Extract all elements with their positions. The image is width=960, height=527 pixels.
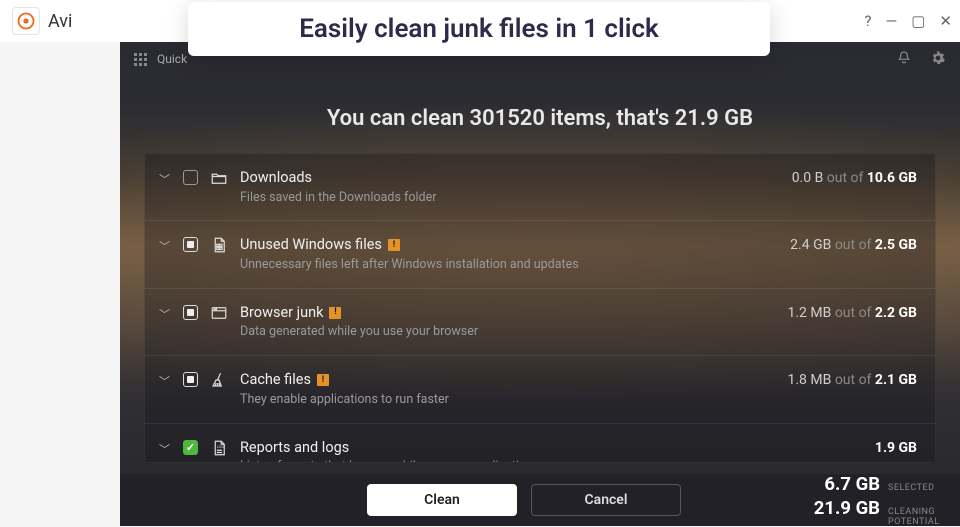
brand-logo-icon — [12, 7, 40, 35]
category-checkbox[interactable] — [183, 440, 198, 455]
item-size: 1.8 MB out of 2.1 GB — [787, 370, 917, 388]
scan-summary-headline: You can clean 301520 items, that's 21.9 … — [120, 106, 960, 131]
warning-badge-icon: ! — [329, 307, 341, 319]
item-title: Cache files! — [240, 370, 775, 390]
item-title: Browser junk! — [240, 303, 775, 323]
expand-chevron-icon[interactable]: ﹀ — [159, 370, 171, 389]
item-size: 1.9 GB — [875, 438, 917, 456]
broom-icon — [210, 371, 228, 389]
selected-size-value: 6.7 GB — [804, 473, 880, 495]
item-description: Files saved in the Downloads folder — [240, 190, 780, 207]
minimize-button[interactable]: — — [886, 12, 898, 30]
cleanup-item-row: ﹀ Cache files! They enable applications to… — [145, 356, 935, 423]
category-checkbox[interactable] — [183, 372, 198, 387]
warning-badge-icon: ! — [317, 374, 329, 386]
gear-icon[interactable] — [930, 50, 946, 69]
warning-badge-icon: ! — [388, 239, 400, 251]
expand-chevron-icon[interactable]: ﹀ — [159, 438, 171, 457]
item-title: Downloads — [240, 168, 780, 188]
selected-size-label: SELECTED — [888, 484, 938, 494]
cancel-button[interactable]: Cancel — [531, 484, 681, 516]
help-button[interactable]: ? — [864, 12, 871, 30]
cleanup-item-row: ﹀ LOG Reports and logsLists of events that… — [145, 424, 935, 463]
item-description: Data generated while you use your browse… — [240, 324, 775, 341]
cleanup-item-row: ﹀ Downloads Files saved in the Downloads f… — [145, 154, 935, 221]
potential-size-value: 21.9 GB — [804, 497, 880, 519]
item-description: They enable applications to run faster — [240, 392, 775, 409]
close-button[interactable]: ✕ — [939, 12, 952, 30]
cleanup-item-row: ﹀ Browser junk!Data generated while you u… — [145, 289, 935, 356]
item-size: 0.0 B out of 10.6 GB — [792, 168, 917, 186]
item-size: 2.4 GB out of 2.5 GB — [790, 235, 917, 253]
cleanup-items-list: ﹀ Downloads Files saved in the Downloads f… — [144, 153, 936, 463]
footer-bar: Clean Cancel 6.7 GB SELECTED 21.9 GB CLE… — [120, 474, 960, 526]
expand-chevron-icon[interactable]: ﹀ — [159, 235, 171, 254]
item-description: Lists of events that happen while you us… — [240, 459, 863, 463]
folder-icon — [210, 169, 228, 187]
apps-grid-icon[interactable] — [134, 53, 147, 66]
item-title: Reports and logs — [240, 438, 863, 458]
clean-button[interactable]: Clean — [367, 484, 517, 516]
browser-icon — [210, 304, 228, 322]
toolbar-quick-label[interactable]: Quick — [157, 52, 187, 66]
cleanup-item-row: ﹀ Unused Windows files! Unnecessary files … — [145, 221, 935, 288]
brand-name: Avi — [48, 11, 72, 32]
expand-chevron-icon[interactable]: ﹀ — [159, 303, 171, 322]
svg-text:LOG: LOG — [217, 445, 224, 449]
promo-callout: Easily clean junk files in 1 click — [188, 2, 770, 56]
app-window: Quick You can clean 301520 items, that's… — [120, 42, 960, 526]
maximize-button[interactable]: ▢ — [911, 12, 925, 30]
item-title: Unused Windows files! — [240, 235, 778, 255]
log-icon: LOG — [210, 439, 228, 457]
item-size: 1.2 MB out of 2.2 GB — [787, 303, 917, 321]
windows-file-icon — [210, 236, 228, 254]
category-checkbox[interactable] — [183, 170, 198, 185]
expand-chevron-icon[interactable]: ﹀ — [159, 168, 171, 187]
category-checkbox[interactable] — [183, 305, 198, 320]
potential-size-label: CLEANING POTENTIAL — [888, 508, 938, 527]
notify-icon[interactable] — [896, 50, 912, 69]
category-checkbox[interactable] — [183, 237, 198, 252]
item-description: Unnecessary files left after Windows ins… — [240, 257, 778, 274]
